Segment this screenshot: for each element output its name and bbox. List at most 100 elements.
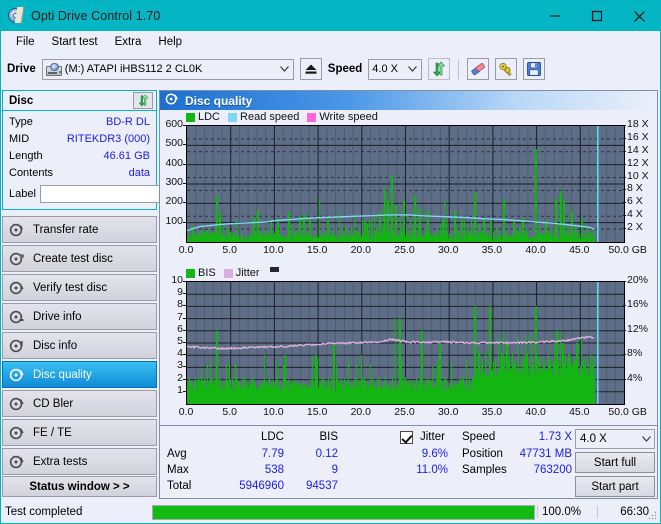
disc-verify-icon (9, 280, 25, 296)
row-label-max: Max (167, 464, 189, 476)
ldc-total-value: 5946960 (239, 480, 284, 492)
disc-row-contents: Contents data (9, 165, 150, 182)
y2-axis-tick (623, 150, 626, 152)
maximize-icon[interactable] (576, 1, 618, 31)
y2-axis-tick-label: 14 X (627, 143, 649, 156)
refresh-drive-button[interactable] (428, 58, 451, 80)
sidebar-item-extra-tests[interactable]: Extra tests (2, 448, 157, 475)
sidebar-item-cd-bler[interactable]: CD Bler (2, 390, 157, 417)
drive-select[interactable]: (M:) ATAPI iHBS112 2 CL0K (41, 58, 294, 80)
y-axis-tick (183, 221, 186, 223)
resize-grip[interactable] (647, 510, 657, 520)
x-axis-tick-label: 30.0 (437, 244, 459, 256)
left-panel: Disc Type BD-R DL MID RITEKDR3 (000) Len… (2, 90, 211, 497)
disc-mid-value: RITEKDR3 (000) (66, 133, 150, 145)
y-axis-tick (183, 342, 186, 343)
y-axis-tick-label: 400 (165, 156, 183, 169)
test-speed-select[interactable]: 4.0 X (575, 429, 655, 449)
bis-total-value: 94537 (306, 480, 338, 492)
y2-axis-tick-label: 18 X (627, 118, 649, 130)
bis-chart: BIS Jitter 1 2 3 4 5 6 7 8 9 10 4% 8% 12% 16% 20% 0.0 5.0… (160, 266, 657, 424)
eject-button[interactable] (299, 58, 322, 80)
sidebar-item-fe-te[interactable]: FE / TE (2, 419, 157, 446)
disc-quality-icon (165, 92, 179, 109)
sidebar-item-label: Transfer rate (33, 223, 99, 236)
x-axis-tick-label: 25.0 (394, 244, 415, 256)
disc-rate-icon (9, 222, 25, 238)
status-bar: Test completed 100.0% 66:30 (2, 502, 659, 522)
minimize-icon[interactable] (534, 1, 576, 31)
jitter-avg-value: 9.6% (421, 448, 448, 460)
app-disc-icon (7, 7, 25, 25)
y-axis-tick (183, 366, 186, 368)
x-axis-tick-label: 30.0 (437, 406, 459, 418)
menu-extra[interactable]: Extra (107, 34, 150, 50)
x-axis-tick-label: 0.0 (178, 244, 194, 256)
start-full-button[interactable]: Start full (575, 452, 655, 473)
disc-refresh-button[interactable] (133, 92, 153, 109)
y-axis-tick (183, 183, 186, 184)
jitter-checkbox[interactable] (400, 431, 413, 444)
close-icon[interactable] (618, 1, 660, 31)
disc-row-length: Length 46.61 GB (9, 148, 150, 165)
y2-axis-tick (623, 202, 626, 204)
sidebar-item-disc-quality[interactable]: Disc quality (2, 361, 157, 388)
disc-label-label: Label (9, 188, 36, 200)
y-axis-tick (183, 329, 186, 331)
y-axis-tick-label: 6 (177, 322, 183, 335)
drive-icon (45, 62, 62, 76)
window-title: Opti Drive Control 1.70 (31, 9, 161, 23)
drive-label: Drive (7, 63, 36, 75)
sidebar-item-transfer-rate[interactable]: Transfer rate (2, 216, 157, 243)
start-part-button[interactable]: Start part (575, 476, 655, 497)
disc-length-label: Length (9, 150, 43, 162)
legend-swatch-icon (228, 112, 238, 122)
sidebar-item-drive-info[interactable]: Drive info (2, 303, 157, 330)
drive-select-value: (M:) ATAPI iHBS112 2 CL0K (64, 63, 203, 75)
y-axis-tick (183, 202, 186, 204)
y-axis-tick-label: 7 (177, 310, 183, 323)
jitter-label: Jitter (420, 431, 445, 443)
y2-axis-tick-label: 16 X (627, 130, 649, 143)
menu-help[interactable]: Help (150, 34, 190, 50)
y2-axis-tick (623, 305, 626, 307)
y2-axis-tick (623, 228, 626, 230)
x-axis-tick-label: 15.0 (306, 244, 328, 256)
sidebar-item-disc-info[interactable]: Disc info (2, 332, 157, 359)
x-axis-tick-label: 5.0 (222, 244, 237, 256)
sidebar-item-label: Disc quality (33, 368, 92, 381)
y2-axis-tick-label: 2 X (627, 221, 643, 234)
keys-button[interactable] (495, 58, 518, 80)
y-axis-tick (183, 378, 186, 380)
sidebar-item-verify-test-disc[interactable]: Verify test disc (2, 274, 157, 301)
ldc-chart-legend: LDC Read speed Write speed (186, 111, 382, 123)
sidebar-item-label: Drive info (33, 310, 82, 323)
menu-file[interactable]: File (8, 34, 43, 50)
sidebar-item-label: Verify test disc (33, 281, 108, 294)
save-button[interactable] (523, 58, 546, 80)
x-axis-tick-label: 50.0 GB (608, 406, 647, 418)
menu-start-test[interactable]: Start test (44, 34, 106, 50)
legend-label: Jitter (235, 267, 260, 279)
disc-extra-icon (9, 454, 25, 470)
sidebar-item-create-test-disc[interactable]: Create test disc (2, 245, 157, 272)
y2-axis-tick-label: 8 X (627, 182, 643, 195)
disc-row-type: Type BD-R DL (9, 114, 150, 131)
x-axis-tick-label: 40.0 (525, 406, 546, 418)
y-axis-tick-label: 300 (165, 176, 183, 188)
status-window-button[interactable]: Status window > > (2, 476, 157, 497)
x-axis-tick-label: 20.0 (350, 244, 372, 256)
disc-length-value: 46.61 GB (103, 150, 150, 162)
x-axis-tick-label: 45.0 (569, 406, 590, 418)
y-axis-tick (183, 163, 186, 165)
disc-contents-value: data (128, 167, 150, 179)
ldc-plot-area[interactable] (186, 125, 625, 243)
legend-item-write-speed: Write speed (307, 111, 378, 123)
y2-axis-tick-label: 20% (627, 274, 649, 286)
bis-plot-area[interactable] (186, 281, 625, 405)
y2-axis-tick (623, 137, 626, 139)
disc-fete-icon (9, 425, 25, 441)
erase-button[interactable] (467, 58, 490, 80)
speed-select[interactable]: 4.0 X (368, 58, 423, 80)
disc-box-header: Disc (3, 91, 156, 111)
